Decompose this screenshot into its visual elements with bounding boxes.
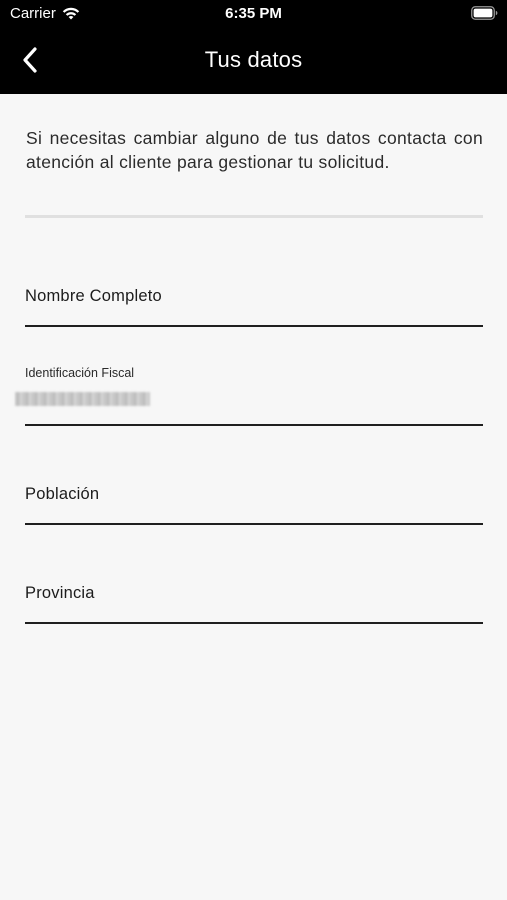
town-field[interactable]: Población	[25, 478, 483, 526]
header: Carrier 6:35 PM Tus datos	[0, 0, 507, 94]
tax-id-label: Identificación Fiscal	[25, 366, 135, 380]
province-placeholder: Provincia	[25, 584, 95, 602]
town-underline	[25, 523, 483, 525]
town-placeholder: Población	[25, 485, 100, 503]
status-time: 6:35 PM	[225, 5, 282, 22]
battery-icon	[471, 6, 498, 20]
navigation-bar: Tus datos	[0, 38, 507, 82]
app-screen: Carrier 6:35 PM Tus datos Si necesitas c…	[0, 0, 507, 900]
status-bar: Carrier 6:35 PM	[0, 0, 507, 28]
notice-divider	[25, 215, 483, 218]
page-title: Tus datos	[204, 47, 303, 72]
info-notice: Si necesitas cambiar alguno de tus datos…	[26, 128, 483, 172]
tax-id-field[interactable]: Identificación Fiscal	[15, 362, 483, 428]
tax-id-redacted-value	[15, 392, 150, 406]
full-name-field[interactable]: Nombre Completo	[25, 280, 483, 328]
province-field[interactable]: Provincia	[25, 577, 483, 625]
full-name-placeholder: Nombre Completo	[25, 287, 162, 305]
tax-id-underline	[25, 424, 483, 426]
full-name-underline	[25, 325, 483, 327]
province-underline	[25, 622, 483, 624]
